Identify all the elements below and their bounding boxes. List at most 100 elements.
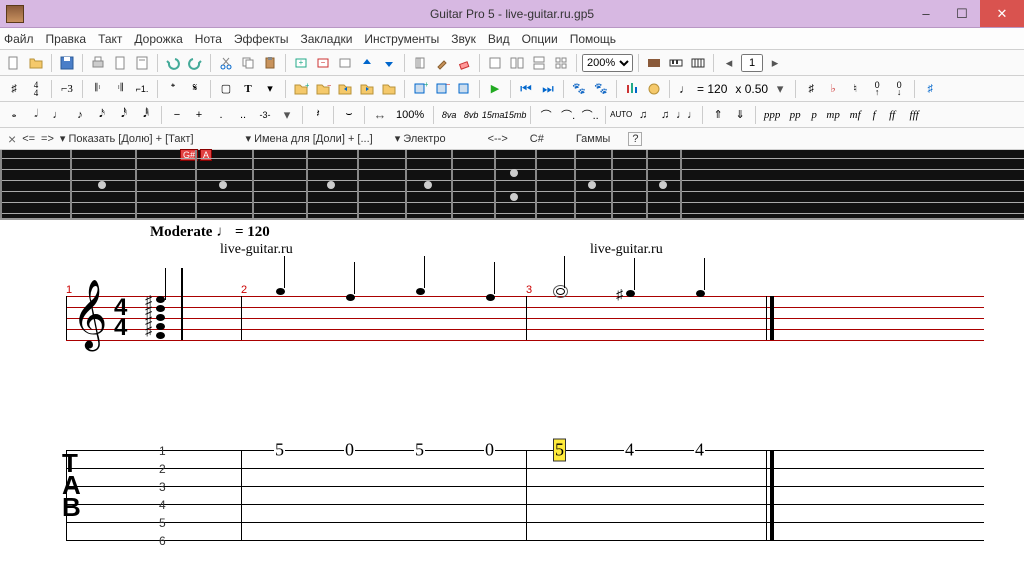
insert-bar-icon[interactable]: + — [291, 79, 311, 99]
layer-prop-icon[interactable] — [454, 79, 474, 99]
forward-icon[interactable]: ⏭ — [538, 79, 558, 99]
nav-back-icon[interactable]: <= — [22, 133, 35, 145]
fretboard-close-icon[interactable]: × — [8, 131, 16, 147]
tuner-icon[interactable] — [644, 79, 664, 99]
menu-tools[interactable]: Инструменты — [364, 32, 439, 46]
tab-b2-4[interactable]: 0 — [484, 440, 495, 461]
fretboard-icon[interactable] — [644, 53, 664, 73]
tuplet-icon[interactable]: -3- — [255, 105, 275, 125]
eighth-note-icon[interactable]: ♪ — [70, 105, 90, 125]
track-up-icon[interactable] — [357, 53, 377, 73]
dyn-f[interactable]: f — [867, 109, 881, 121]
rewind-icon[interactable]: ⏮ — [516, 79, 536, 99]
layout-2-icon[interactable] — [507, 53, 527, 73]
dyn-pp[interactable]: pp — [785, 109, 805, 121]
track-props-icon[interactable] — [335, 53, 355, 73]
effect-2-icon[interactable]: ⌒. — [558, 105, 578, 125]
play-icon[interactable]: ▶ — [485, 79, 505, 99]
page-number-input[interactable] — [741, 54, 763, 72]
key-label[interactable]: C# — [530, 133, 544, 145]
redo-icon[interactable] — [185, 53, 205, 73]
dyn-mf[interactable]: mf — [845, 109, 865, 121]
tab-b2-2[interactable]: 0 — [344, 440, 355, 461]
rest-icon[interactable]: 𝄽 — [308, 105, 328, 125]
paw-icon[interactable]: 🐾 — [569, 79, 589, 99]
tie-icon[interactable]: ⌣ — [339, 105, 359, 125]
sixtyfourth-note-icon[interactable]: 𝅘𝅥𝅱 — [136, 105, 156, 125]
menu-note[interactable]: Нота — [195, 32, 222, 46]
auto-icon[interactable]: AUTO — [611, 105, 631, 125]
piano-icon[interactable] — [688, 53, 708, 73]
half-note-icon[interactable]: 𝅗𝅥 — [26, 105, 46, 125]
scale-label[interactable]: Гаммы — [576, 133, 611, 145]
beam-3-icon[interactable]: ♩♩ — [677, 105, 697, 125]
menu-bar-item[interactable]: Такт — [98, 32, 122, 46]
tuplet-dropdown-icon[interactable]: ▾ — [277, 105, 297, 125]
stroke-down-icon[interactable]: ⇓ — [730, 105, 750, 125]
stroke-up-icon[interactable]: ⇑ — [708, 105, 728, 125]
undo-icon[interactable] — [163, 53, 183, 73]
menu-effects[interactable]: Эффекты — [234, 32, 289, 46]
print-icon[interactable] — [88, 53, 108, 73]
double-sharp-icon[interactable]: ♯ — [920, 79, 940, 99]
dur-minus-icon[interactable]: − — [167, 105, 187, 125]
repeat-close-icon[interactable]: 𝄇 — [110, 79, 130, 99]
chord-icon[interactable] — [410, 53, 430, 73]
layout-1-icon[interactable] — [485, 53, 505, 73]
text-icon[interactable]: T — [238, 79, 258, 99]
bar-right-icon[interactable] — [357, 79, 377, 99]
tab-b3-3[interactable]: 4 — [694, 440, 705, 461]
dyn-ppp[interactable]: ppp — [761, 109, 783, 121]
menu-edit[interactable]: Правка — [46, 32, 87, 46]
dyn-p[interactable]: p — [807, 109, 821, 121]
close-button[interactable]: ✕ — [980, 0, 1024, 27]
tab-b2-3[interactable]: 5 — [414, 440, 425, 461]
zoom-fit-icon[interactable]: ↔ — [370, 105, 390, 125]
natural-accidental-icon[interactable]: ♮ — [845, 79, 865, 99]
cut-icon[interactable] — [216, 53, 236, 73]
save-icon[interactable] — [57, 53, 77, 73]
beam-2-icon[interactable]: ♫ — [655, 105, 675, 125]
whole-note-icon[interactable]: 𝅝 — [4, 105, 24, 125]
sixteenth-note-icon[interactable]: 𝅘𝅥𝅯 — [92, 105, 112, 125]
effect-1-icon[interactable]: ⌒ — [536, 105, 556, 125]
prev-page-icon[interactable]: ◂ — [719, 53, 739, 73]
add-track-icon[interactable]: + — [291, 53, 311, 73]
beam-1-icon[interactable]: ♫ — [633, 105, 653, 125]
menu-bookmarks[interactable]: Закладки — [300, 32, 352, 46]
repeat-open-icon[interactable]: 𝄆 — [88, 79, 108, 99]
chord-box-icon[interactable]: ▢ — [216, 79, 236, 99]
ending-icon[interactable]: ⌐1. — [132, 79, 152, 99]
dur-plus-icon[interactable]: + — [189, 105, 209, 125]
coda-icon[interactable]: 𝄌 — [163, 79, 183, 99]
menu-help[interactable]: Помощь — [570, 32, 616, 46]
show-dropdown[interactable]: ▾ Показать [Долю] + [Такт] — [60, 132, 194, 145]
flat-accidental-icon[interactable]: ♭ — [823, 79, 843, 99]
keyboard-icon[interactable] — [666, 53, 686, 73]
dot-icon[interactable]: . — [211, 105, 231, 125]
marker-icon[interactable]: ▾ — [260, 79, 280, 99]
zoom-select[interactable]: 200% — [582, 54, 633, 72]
layer-del-icon[interactable]: − — [432, 79, 452, 99]
brush-icon[interactable] — [432, 53, 452, 73]
score-info-icon[interactable] — [132, 53, 152, 73]
double-dot-icon[interactable]: .. — [233, 105, 253, 125]
menu-sound[interactable]: Звук — [451, 32, 476, 46]
open-file-icon[interactable] — [26, 53, 46, 73]
minimize-button[interactable]: – — [908, 0, 944, 27]
paste-icon[interactable] — [260, 53, 280, 73]
quarter-note-icon[interactable]: ♩ — [48, 105, 68, 125]
new-file-icon[interactable] — [4, 53, 24, 73]
bar-left-icon[interactable] — [335, 79, 355, 99]
key-sig-sharp-icon[interactable]: ♯ — [4, 79, 24, 99]
copy-icon[interactable] — [238, 53, 258, 73]
arrows-label[interactable]: <--> — [488, 133, 508, 145]
help-icon[interactable]: ? — [628, 132, 642, 146]
layout-4-icon[interactable] — [551, 53, 571, 73]
triplet-icon[interactable]: ⌐3 — [57, 79, 77, 99]
eraser-icon[interactable] — [454, 53, 474, 73]
track-down-icon[interactable] — [379, 53, 399, 73]
page-icon[interactable] — [110, 53, 130, 73]
remove-track-icon[interactable]: − — [313, 53, 333, 73]
layout-3-icon[interactable] — [529, 53, 549, 73]
